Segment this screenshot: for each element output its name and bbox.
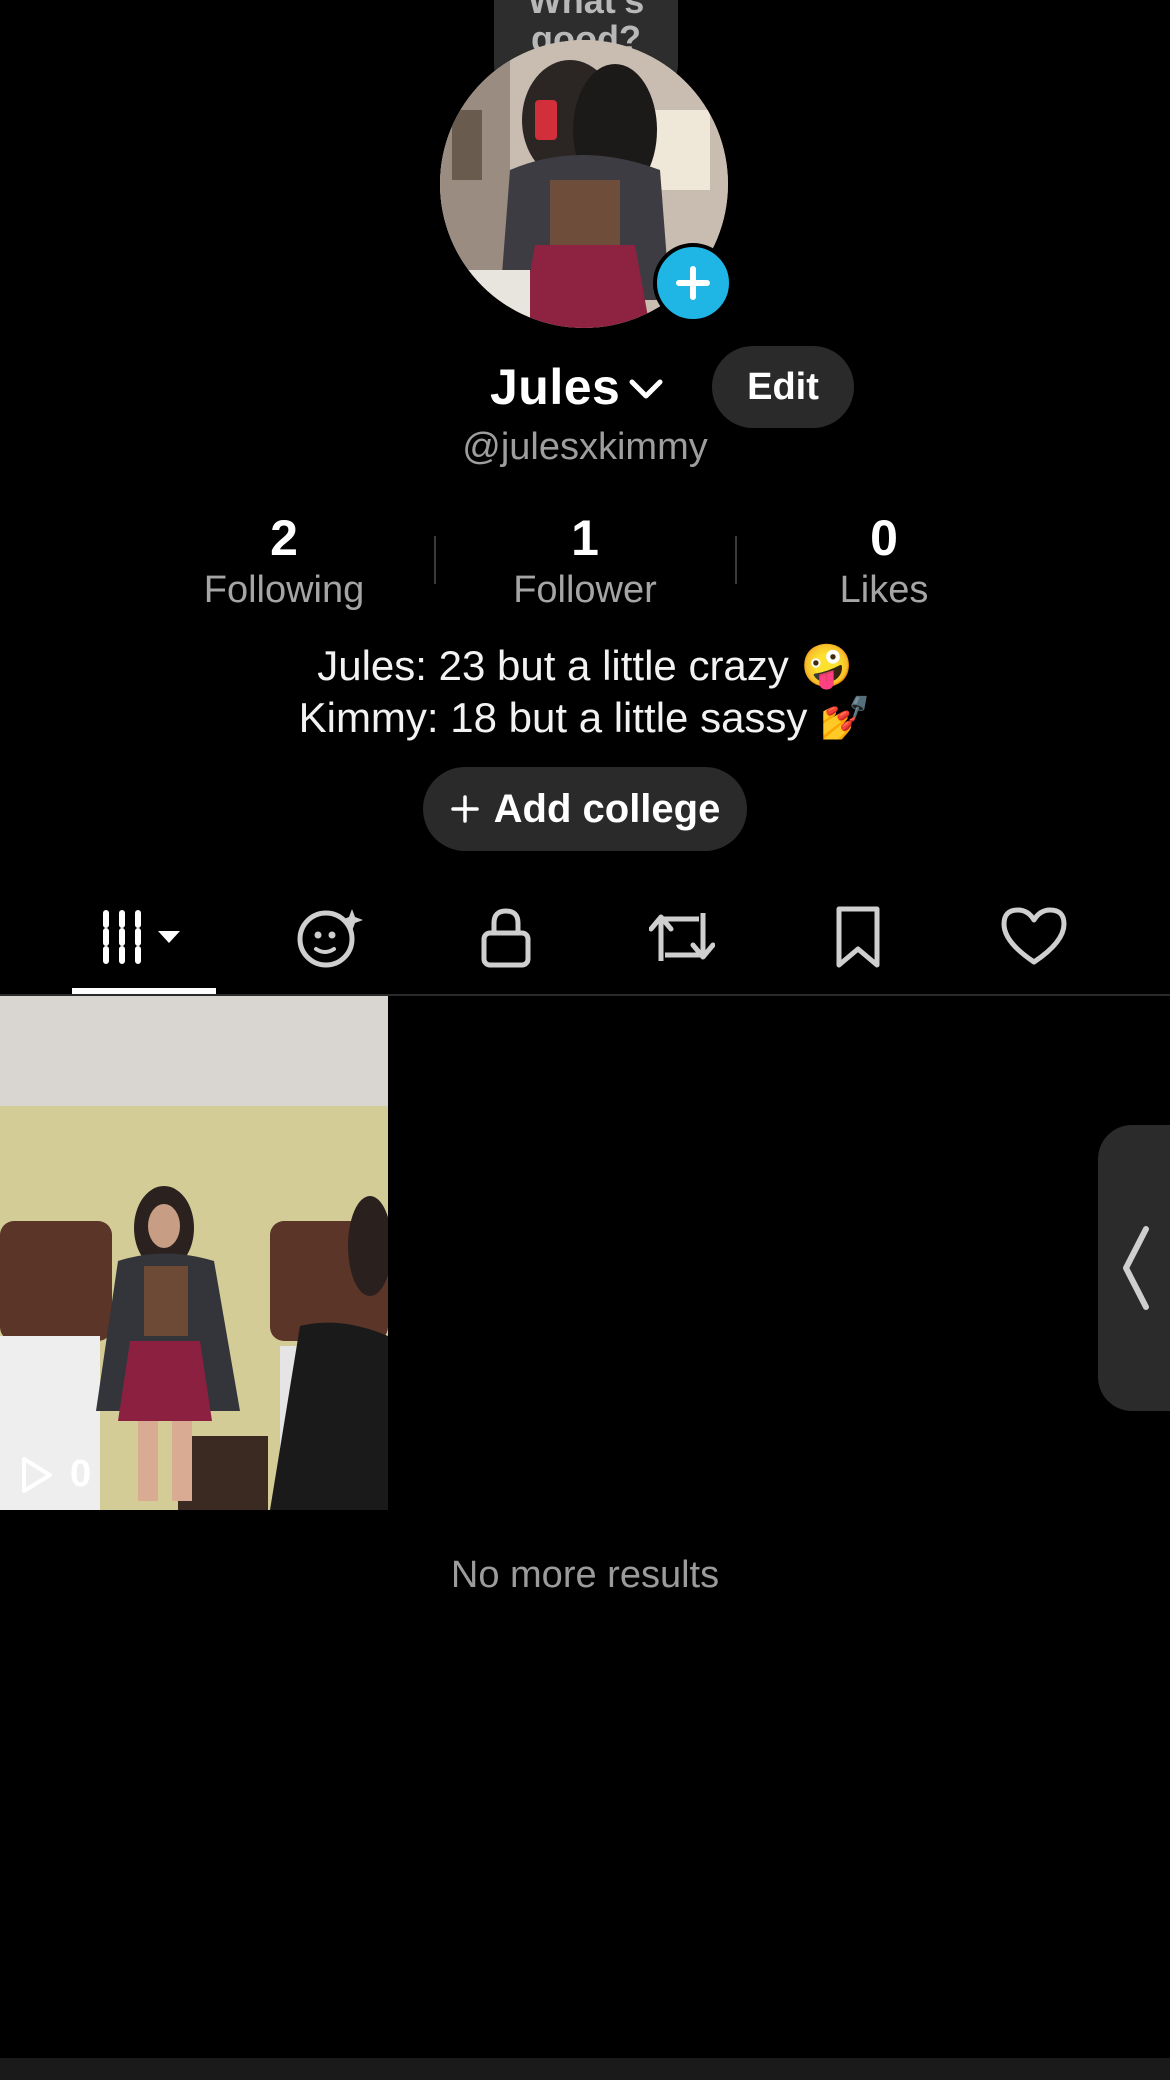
add-avatar-button[interactable]	[653, 243, 733, 323]
tab-liked[interactable]	[946, 880, 1122, 994]
name-row: Jules Edit	[0, 346, 1170, 430]
stat-value: 2	[270, 510, 298, 566]
heart-icon	[1001, 907, 1067, 965]
top-left-icon[interactable]	[40, 0, 110, 8]
plus-icon	[450, 795, 479, 823]
chevron-left-icon	[1123, 1226, 1149, 1310]
bubble-line-1: What's	[527, 0, 645, 21]
play-count-value: 0	[70, 1453, 92, 1495]
display-name[interactable]: Jules	[490, 358, 620, 416]
lock-icon	[481, 908, 531, 968]
plus-icon	[676, 266, 710, 300]
profile-stats: 2 Following 1 Follower 0 Likes	[0, 510, 1170, 620]
play-count: 0	[16, 1453, 91, 1496]
top-right-icons[interactable]	[810, 0, 1130, 10]
videos-grid-icon	[103, 910, 180, 964]
stat-following[interactable]: 2 Following	[154, 510, 414, 612]
tab-reposts[interactable]	[594, 880, 770, 994]
ai-face-icon	[297, 909, 363, 968]
chevron-down-icon[interactable]	[628, 374, 664, 404]
profile-tabs	[0, 880, 1170, 996]
side-drawer-handle[interactable]	[1098, 1125, 1170, 1411]
stat-value: 1	[571, 510, 599, 566]
bio: Jules: 23 but a little crazy 🤪 Kimmy: 18…	[0, 640, 1170, 744]
repost-icon	[649, 913, 715, 961]
stat-value: 0	[870, 510, 898, 566]
active-tab-indicator	[72, 988, 216, 994]
edit-profile-button[interactable]: Edit	[712, 346, 854, 428]
bookmark-icon	[836, 906, 880, 968]
tab-videos[interactable]	[56, 880, 232, 994]
bio-line-2: Kimmy: 18 but a little sassy 💅	[298, 694, 872, 741]
username: @julesxkimmy	[462, 426, 708, 468]
add-college-label: Add college	[493, 786, 721, 831]
play-icon	[22, 1456, 52, 1493]
video-thumbnail[interactable]: 0	[0, 996, 388, 1510]
tab-private[interactable]	[418, 880, 594, 994]
stat-divider	[735, 536, 737, 584]
video-preview-image	[0, 996, 388, 1510]
stat-likes[interactable]: 0 Likes	[754, 510, 1014, 612]
stat-followers[interactable]: 1 Follower	[455, 510, 715, 612]
tab-ai-self[interactable]	[242, 880, 418, 994]
no-more-results: No more results	[450, 1554, 720, 1596]
stat-label: Follower	[513, 569, 657, 611]
bio-line-1: Jules: 23 but a little crazy 🤪	[317, 642, 853, 689]
stat-label: Following	[203, 569, 365, 611]
add-college-button[interactable]: Add college	[423, 767, 747, 851]
tab-saved[interactable]	[770, 880, 946, 994]
stat-divider	[434, 536, 436, 584]
bottom-navigation-bar	[0, 2058, 1170, 2080]
stat-label: Likes	[839, 569, 929, 611]
